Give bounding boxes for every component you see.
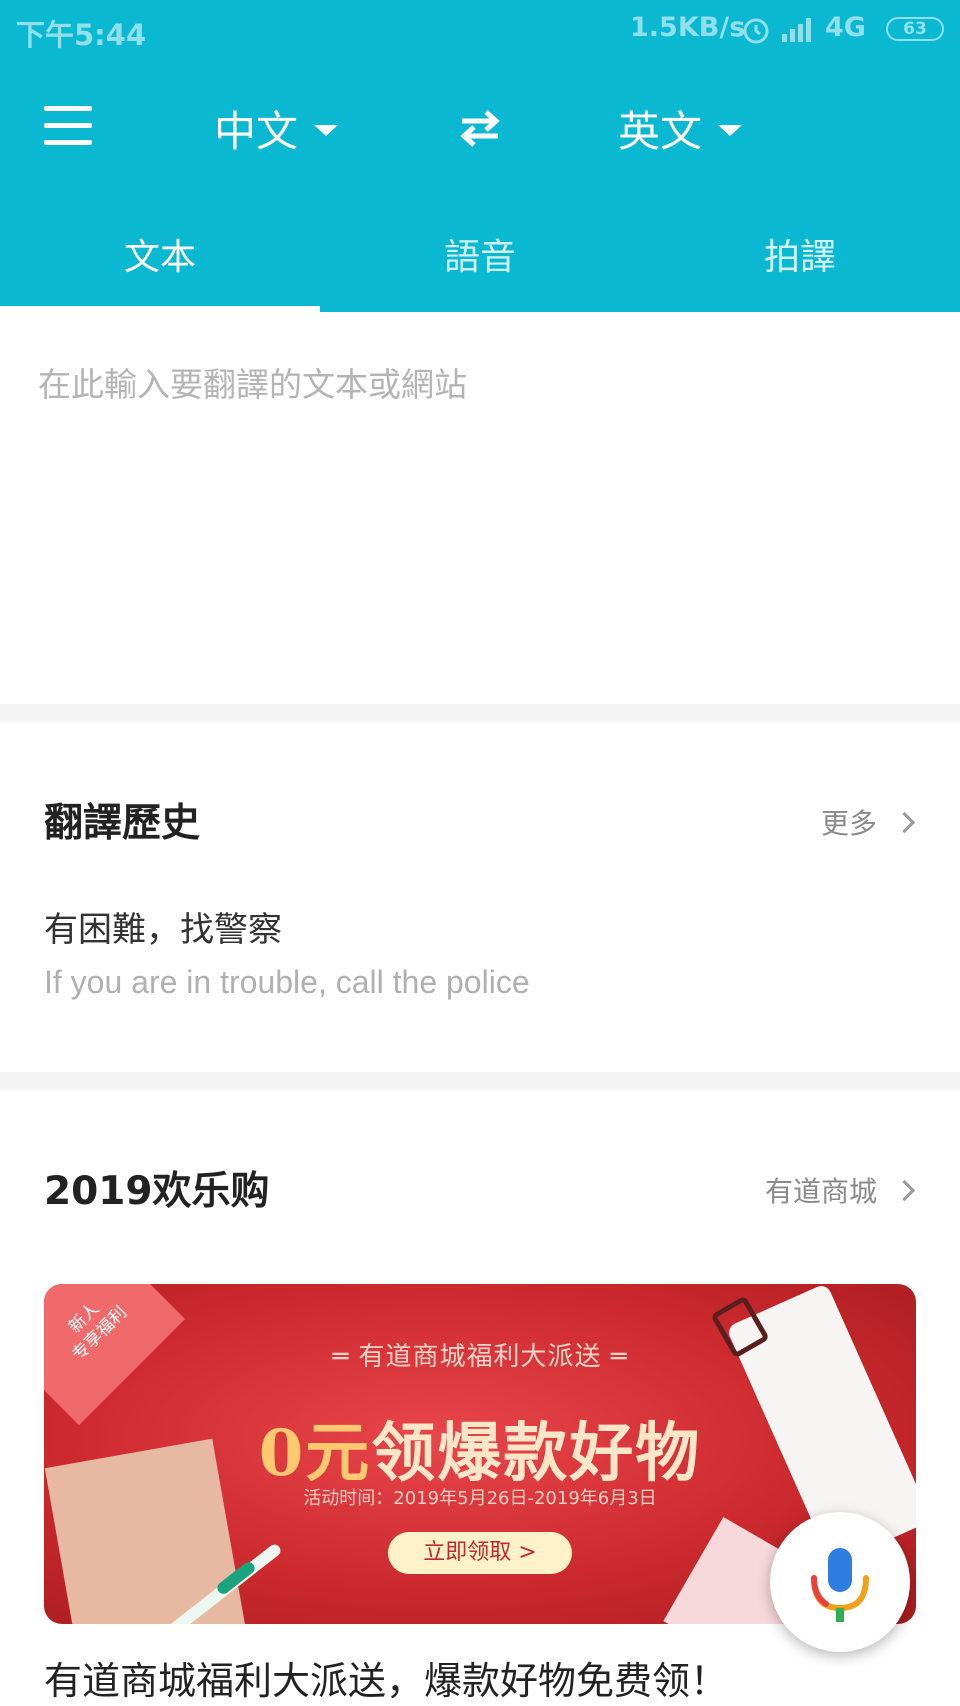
tab-text[interactable]: 文本 bbox=[0, 228, 320, 280]
translate-input[interactable] bbox=[36, 356, 920, 660]
history-translation-text: If you are in trouble, call the police bbox=[44, 964, 530, 1000]
status-time: 下午5:44 bbox=[16, 18, 147, 52]
history-more-link[interactable]: 更多 bbox=[820, 802, 916, 842]
app-header: 下午5:44 1.5KB/s 4G 63 中文 英文 文本 語音 拍譯 bbox=[0, 0, 960, 312]
source-language-label: 中文 bbox=[214, 106, 299, 156]
voice-input-button[interactable] bbox=[770, 1512, 910, 1652]
swap-arrows-icon[interactable] bbox=[456, 108, 504, 148]
dropdown-caret-icon bbox=[718, 124, 743, 136]
shop-link[interactable]: 有道商城 bbox=[764, 1170, 916, 1210]
translate-input-area bbox=[0, 312, 960, 704]
headline-zero: 0元 bbox=[258, 1416, 372, 1491]
history-title: 翻譯歷史 bbox=[44, 801, 201, 846]
microphone-icon bbox=[811, 1548, 869, 1622]
battery-icon: 63 bbox=[886, 17, 944, 41]
claim-now-button[interactable]: 立即领取 > bbox=[388, 1532, 572, 1574]
shop-link-label: 有道商城 bbox=[764, 1175, 877, 1208]
chevron-right-icon bbox=[893, 1179, 916, 1201]
tab-voice[interactable]: 語音 bbox=[320, 228, 640, 280]
section-divider bbox=[0, 1072, 960, 1090]
menu-icon[interactable] bbox=[44, 106, 92, 146]
banner-headline: 0元领爆款好物 bbox=[44, 1402, 916, 1494]
tab-photo-translate[interactable]: 拍譯 bbox=[640, 228, 960, 280]
signal-icon bbox=[782, 18, 811, 42]
source-language-selector[interactable]: 中文 bbox=[214, 98, 339, 158]
more-label: 更多 bbox=[820, 807, 877, 840]
history-source-text: 有困難，找警察 bbox=[44, 910, 282, 950]
dropdown-caret-icon bbox=[314, 124, 339, 136]
article-title[interactable]: 有道商城福利大派送，爆款好物免费领！ bbox=[44, 1650, 728, 1705]
target-language-selector[interactable]: 英文 bbox=[618, 98, 743, 158]
banner-date: 活动时间：2019年5月26日-2019年6月3日 bbox=[303, 1488, 657, 1509]
alarm-icon bbox=[743, 18, 769, 44]
section-divider bbox=[0, 704, 960, 722]
banner-subtitle: ═ 有道商城福利大派送 ═ bbox=[332, 1342, 628, 1372]
network-speed: 1.5KB/s bbox=[630, 12, 746, 43]
chevron-right-icon bbox=[893, 811, 916, 833]
status-bar: 下午5:44 1.5KB/s 4G 63 bbox=[0, 0, 960, 60]
target-language-label: 英文 bbox=[618, 106, 703, 156]
headline-rest: 领爆款好物 bbox=[371, 1416, 702, 1491]
network-type: 4G bbox=[825, 12, 866, 43]
shop-title: 2019欢乐购 bbox=[44, 1169, 270, 1214]
